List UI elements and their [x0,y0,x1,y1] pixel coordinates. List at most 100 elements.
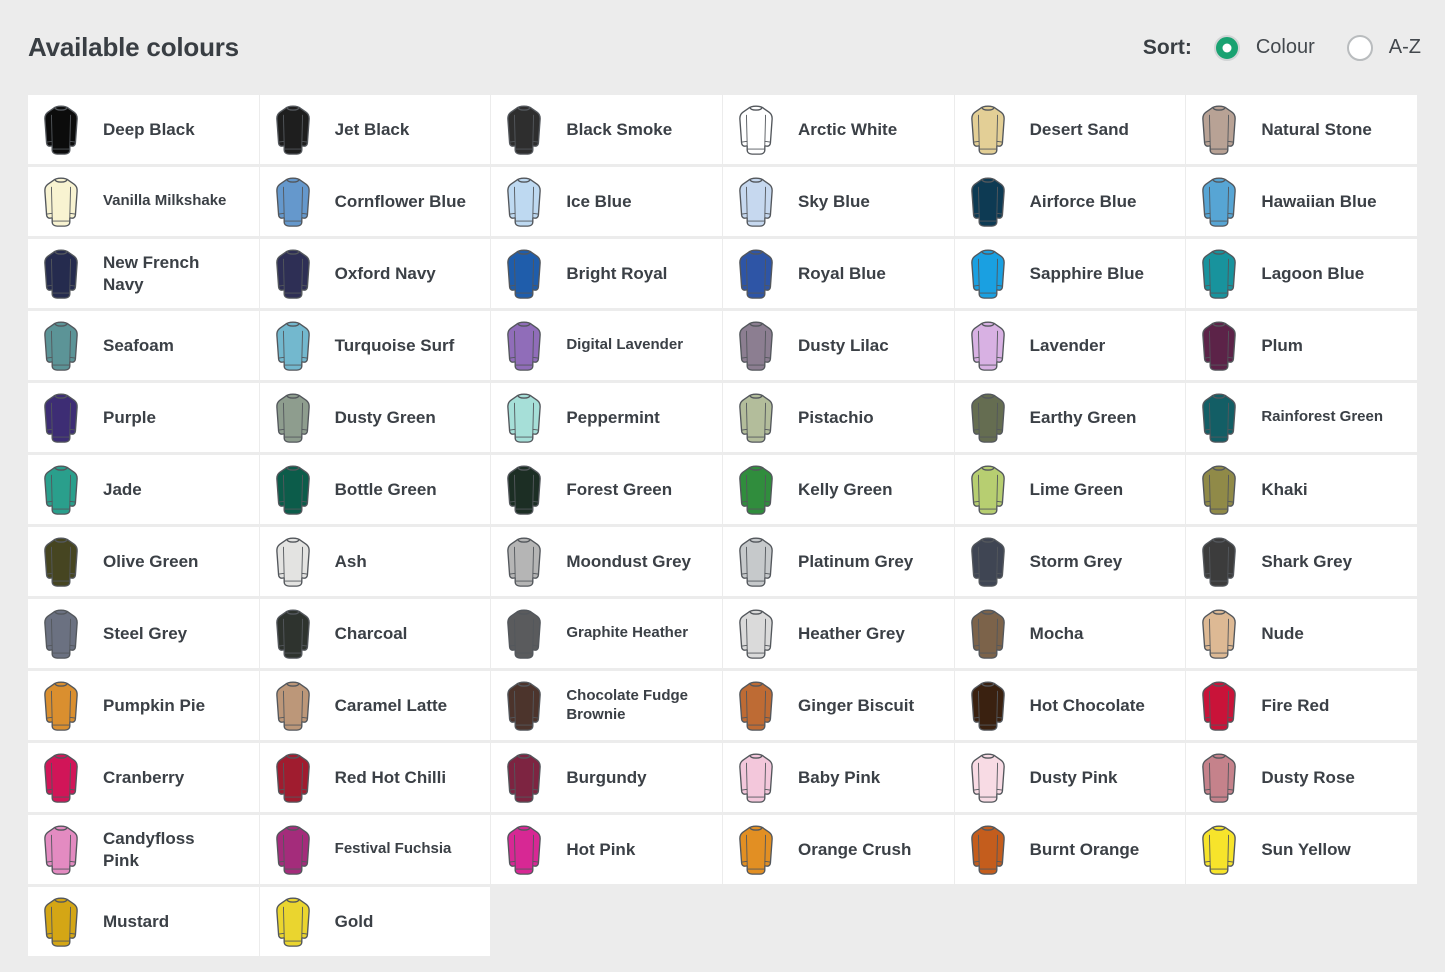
sweatshirt-icon [504,175,544,229]
colour-name: Lime Green [1030,479,1124,500]
colour-tile[interactable]: Storm Grey [955,527,1186,596]
colour-tile[interactable]: Sun Yellow [1186,815,1417,884]
colour-tile[interactable]: Hot Chocolate [955,671,1186,740]
colour-tile[interactable]: Sky Blue [723,167,954,236]
colour-tile[interactable]: Plum [1186,311,1417,380]
colour-tile[interactable]: Ice Blue [491,167,722,236]
colour-tile[interactable]: Rainforest Green [1186,383,1417,452]
colour-tile[interactable]: Earthy Green [955,383,1186,452]
sweatshirt-icon [1199,319,1239,373]
colour-tile[interactable]: Festival Fuchsia [260,815,491,884]
colour-tile[interactable]: Charcoal [260,599,491,668]
page-header: Available colours Sort: Colour A-Z [0,0,1445,95]
colour-name: Digital Lavender [566,336,683,355]
colour-tile[interactable]: Desert Sand [955,95,1186,164]
colour-tile[interactable]: Deep Black [28,95,259,164]
colour-tile[interactable]: Pistachio [723,383,954,452]
colour-tile[interactable]: Fire Red [1186,671,1417,740]
colour-tile[interactable]: Nude [1186,599,1417,668]
colour-tile[interactable]: Ginger Biscuit [723,671,954,740]
colour-tile[interactable]: Sapphire Blue [955,239,1186,308]
colour-tile[interactable]: Kelly Green [723,455,954,524]
colour-name: Ice Blue [566,191,631,212]
colour-tile[interactable]: Ash [260,527,491,596]
colour-tile[interactable]: Vanilla Milkshake [28,167,259,236]
colour-tile[interactable]: Heather Grey [723,599,954,668]
colour-tile[interactable]: Burnt Orange [955,815,1186,884]
colour-name: Black Smoke [566,119,672,140]
colour-tile[interactable]: Bottle Green [260,455,491,524]
colour-tile[interactable]: Bright Royal [491,239,722,308]
sort-option-az[interactable]: A-Z [1347,35,1421,61]
colour-name: Forest Green [566,479,672,500]
colour-tile[interactable]: Pumpkin Pie [28,671,259,740]
sweatshirt-icon [273,751,313,805]
colour-name: Dusty Pink [1030,767,1118,788]
sweatshirt-icon [968,607,1008,661]
sweatshirt-icon [273,607,313,661]
colour-tile[interactable]: Graphite Heather [491,599,722,668]
colour-name: Steel Grey [103,623,187,644]
sweatshirt-icon [1199,391,1239,445]
colour-tile[interactable]: Hot Pink [491,815,722,884]
colour-tile[interactable]: Airforce Blue [955,167,1186,236]
colour-tile[interactable]: Orange Crush [723,815,954,884]
colour-tile[interactable]: Caramel Latte [260,671,491,740]
sweatshirt-icon [41,463,81,517]
colour-tile[interactable]: Purple [28,383,259,452]
colour-tile[interactable]: Burgundy [491,743,722,812]
colour-tile[interactable]: Dusty Rose [1186,743,1417,812]
colour-tile[interactable]: Chocolate Fudge Brownie [491,671,722,740]
colour-tile[interactable]: Olive Green [28,527,259,596]
colour-tile[interactable]: Platinum Grey [723,527,954,596]
colour-tile[interactable]: Lavender [955,311,1186,380]
colour-tile[interactable]: Lagoon Blue [1186,239,1417,308]
colour-tile[interactable]: Steel Grey [28,599,259,668]
colour-tile[interactable]: Peppermint [491,383,722,452]
colour-tile[interactable]: Cornflower Blue [260,167,491,236]
sweatshirt-icon [41,751,81,805]
colour-tile[interactable]: Mocha [955,599,1186,668]
sort-option-colour[interactable]: Colour [1214,35,1315,61]
colour-tile[interactable]: Dusty Pink [955,743,1186,812]
sort-controls: Sort: Colour A-Z [1143,35,1421,61]
colour-tile[interactable]: Moondust Grey [491,527,722,596]
colour-tile[interactable]: Seafoam [28,311,259,380]
sweatshirt-icon [968,247,1008,301]
colour-name: Sky Blue [798,191,870,212]
colour-name: Shark Grey [1261,551,1352,572]
colour-tile[interactable]: Royal Blue [723,239,954,308]
colour-name: Khaki [1261,479,1307,500]
radio-unselected-icon[interactable] [1347,35,1373,61]
colour-name: Charcoal [335,623,408,644]
colour-tile[interactable]: Dusty Green [260,383,491,452]
radio-selected-icon[interactable] [1214,35,1240,61]
colour-tile[interactable]: New French Navy [28,239,259,308]
colour-tile[interactable]: Cranberry [28,743,259,812]
colour-tile[interactable]: Black Smoke [491,95,722,164]
colour-name: Nude [1261,623,1304,644]
colour-tile[interactable]: Gold [260,887,491,956]
colour-tile[interactable]: Baby Pink [723,743,954,812]
colour-tile[interactable]: Jade [28,455,259,524]
colour-tile[interactable]: Mustard [28,887,259,956]
colour-tile[interactable]: Forest Green [491,455,722,524]
colour-tile[interactable]: Digital Lavender [491,311,722,380]
colour-tile[interactable]: Hawaiian Blue [1186,167,1417,236]
colour-tile[interactable]: Natural Stone [1186,95,1417,164]
colour-tile[interactable]: Jet Black [260,95,491,164]
colour-tile[interactable]: Candyfloss Pink [28,815,259,884]
colour-tile[interactable]: Red Hot Chilli [260,743,491,812]
colour-tile[interactable]: Shark Grey [1186,527,1417,596]
colour-name: Ginger Biscuit [798,695,914,716]
colour-name: Gold [335,911,374,932]
colour-tile[interactable]: Khaki [1186,455,1417,524]
colour-tile[interactable]: Arctic White [723,95,954,164]
colour-tile[interactable]: Oxford Navy [260,239,491,308]
colour-name: Platinum Grey [798,551,913,572]
sort-option-az-label: A-Z [1389,36,1421,59]
colour-tile[interactable]: Dusty Lilac [723,311,954,380]
colour-tile[interactable]: Lime Green [955,455,1186,524]
sweatshirt-icon [273,391,313,445]
colour-tile[interactable]: Turquoise Surf [260,311,491,380]
